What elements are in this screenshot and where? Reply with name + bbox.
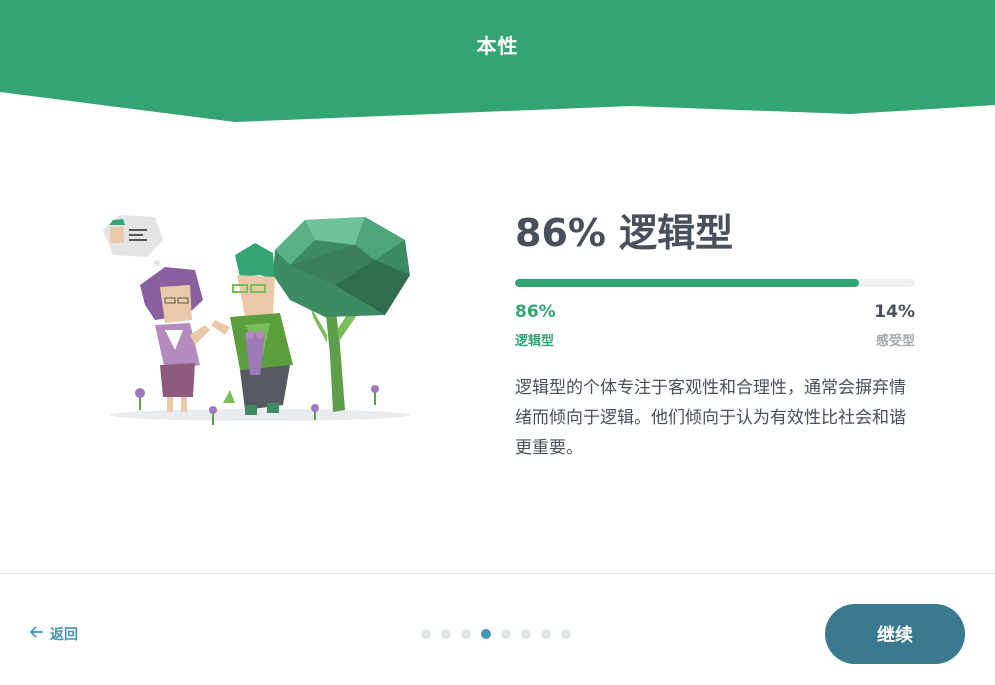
result-description: 逻辑型的个体专注于客观性和合理性，通常会摒弃情绪而倾向于逻辑。他们倾向于认为有效… <box>515 378 906 458</box>
continue-button[interactable]: 继续 <box>825 604 965 664</box>
pagination-dot <box>421 629 431 639</box>
illustration <box>95 205 425 435</box>
pagination-dot <box>561 629 571 639</box>
header-background <box>0 0 995 122</box>
pagination-dot <box>481 629 491 639</box>
back-label: 返回 <box>50 627 78 643</box>
progress-bar <box>515 279 915 287</box>
result-headline: 86% 逻辑型 <box>515 211 734 255</box>
header-banner: 本性 <box>0 0 995 125</box>
woman-figure <box>140 267 210 412</box>
left-trait-percent: 86% <box>515 302 556 322</box>
right-trait: 14% 感受型 <box>874 302 915 349</box>
pagination-dot <box>461 629 471 639</box>
right-trait-label: 感受型 <box>875 334 915 349</box>
pagination-dot <box>441 629 451 639</box>
left-trait-label: 逻辑型 <box>515 334 555 349</box>
people-and-tree-illustration <box>103 215 410 425</box>
pagination-dot <box>541 629 551 639</box>
pagination-dot <box>501 629 511 639</box>
tree <box>273 217 410 412</box>
back-button[interactable]: 返回 <box>29 624 78 644</box>
page-title: 本性 <box>476 34 519 58</box>
pagination-dot <box>521 629 531 639</box>
progress-bar-fill <box>515 279 859 287</box>
speech-bubble <box>103 215 163 266</box>
result-panel: 86% 逻辑型 86% 逻辑型 14% 感受型 逻辑型的个体专注于客观性和合理性… <box>515 205 915 458</box>
left-trait: 86% 逻辑型 <box>515 302 556 349</box>
arrow-left-icon <box>29 626 44 642</box>
right-trait-percent: 14% <box>874 302 915 322</box>
footer-divider <box>0 573 995 574</box>
pagination-dots <box>421 629 571 639</box>
